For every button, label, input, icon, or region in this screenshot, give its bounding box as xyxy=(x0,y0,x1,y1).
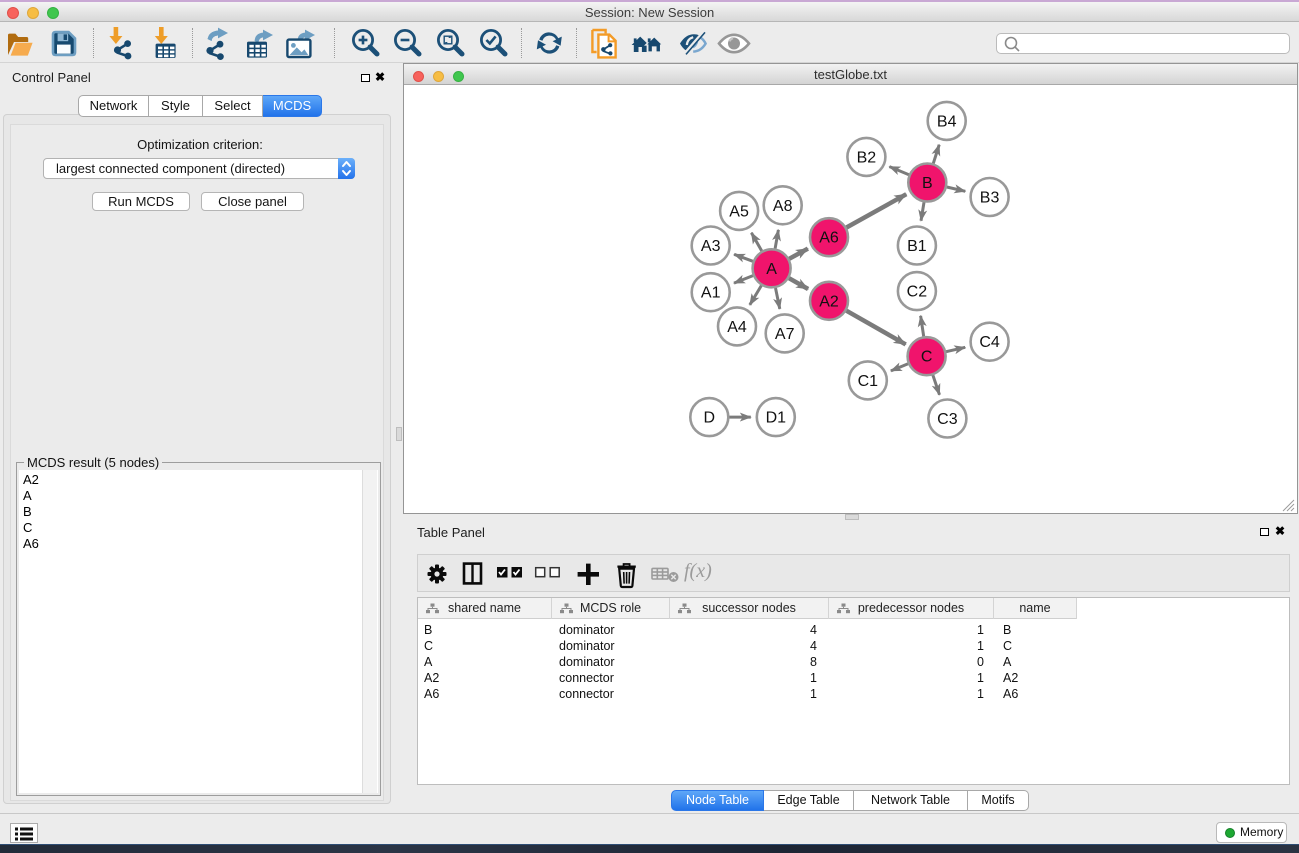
svg-text:A7: A7 xyxy=(775,326,795,343)
svg-text:A4: A4 xyxy=(727,319,747,336)
svg-text:A8: A8 xyxy=(773,198,793,215)
svg-text:D: D xyxy=(704,410,716,427)
svg-text:B4: B4 xyxy=(937,113,957,130)
svg-text:C3: C3 xyxy=(937,411,958,428)
svg-text:A2: A2 xyxy=(819,293,839,310)
svg-text:A: A xyxy=(766,261,777,278)
svg-text:B2: B2 xyxy=(857,149,877,166)
svg-text:C1: C1 xyxy=(858,373,879,390)
svg-text:C2: C2 xyxy=(907,284,928,301)
svg-text:A3: A3 xyxy=(701,238,721,255)
svg-text:D1: D1 xyxy=(766,410,787,427)
svg-text:A1: A1 xyxy=(701,285,721,302)
svg-text:B: B xyxy=(922,175,933,192)
svg-text:B1: B1 xyxy=(907,238,927,255)
svg-text:A6: A6 xyxy=(819,230,839,247)
svg-text:C4: C4 xyxy=(979,334,1000,351)
svg-text:C: C xyxy=(921,349,933,366)
svg-text:B3: B3 xyxy=(980,190,1000,207)
svg-text:A5: A5 xyxy=(729,203,749,220)
